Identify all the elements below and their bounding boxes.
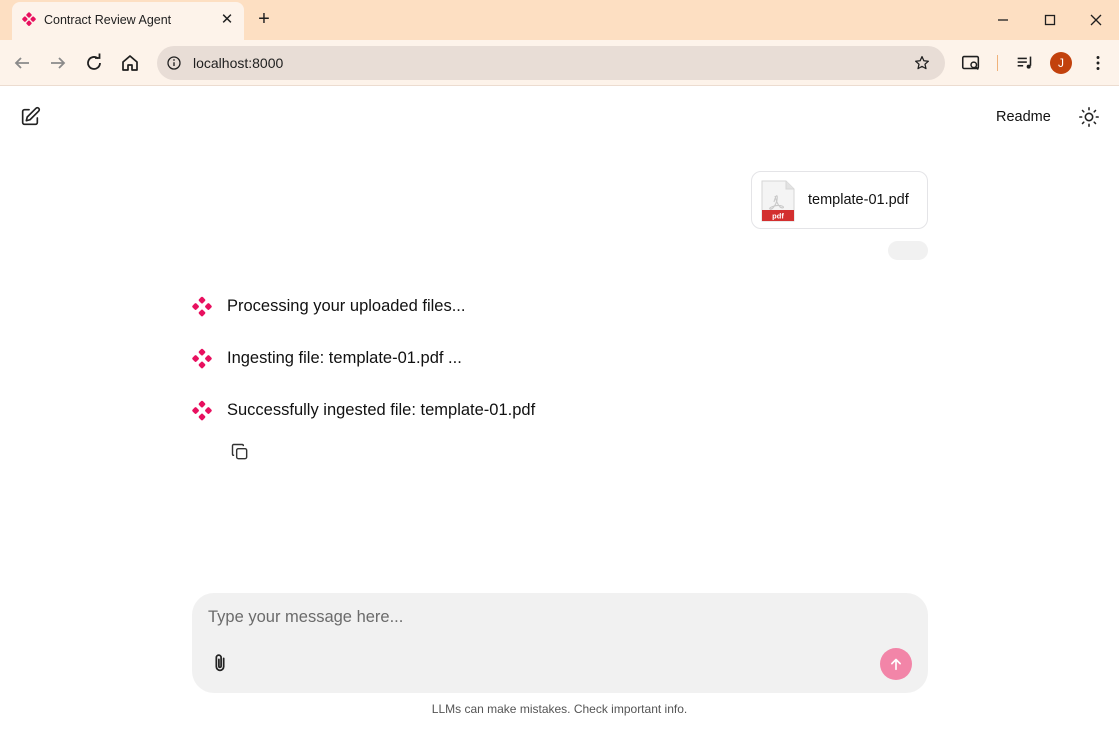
agent-logo-icon [192,296,212,317]
send-button[interactable] [880,648,912,680]
more-icon[interactable] [1087,52,1109,74]
info-icon[interactable] [165,54,183,72]
pdf-icon: pdf [761,180,795,222]
plus-icon[interactable]: + [254,9,274,29]
agent-logo-icon [22,12,36,26]
chat-app: Readme pdf template-01.pdf Processing yo… [0,87,1119,733]
edit-icon[interactable] [19,106,41,128]
sun-icon[interactable] [1078,106,1100,128]
message-input[interactable] [208,605,888,629]
url-text: localhost:8000 [193,55,284,71]
paperclip-icon[interactable] [209,651,231,675]
avatar[interactable]: J [1050,52,1072,74]
address-bar[interactable]: localhost:8000 [157,46,945,80]
pdf-type-label: pdf [772,212,784,221]
disclaimer-text: LLMs can make mistakes. Check important … [431,702,688,716]
assistant-message-text: Successfully ingested file: template-01.… [227,401,536,419]
arrow-up-icon [891,658,901,671]
assistant-message: Ingesting file: template-01.pdf ... [191,347,591,371]
toolbar-separator [997,55,998,71]
star-icon[interactable] [913,54,931,72]
minimize-icon[interactable] [991,8,1015,32]
message-composer [192,593,928,693]
close-icon[interactable]: ✕ [218,11,236,29]
attachment-card[interactable]: pdf template-01.pdf [751,171,928,229]
forward-icon[interactable] [46,51,70,75]
assistant-message: Successfully ingested file: template-01.… [191,399,611,423]
browser-tab[interactable]: Contract Review Agent ✕ [12,2,244,40]
back-icon[interactable] [10,51,34,75]
home-icon[interactable] [118,51,142,75]
maximize-icon[interactable] [1038,8,1062,32]
tab-title: Contract Review Agent [44,13,172,27]
media-icon[interactable] [1014,52,1036,74]
readme-link[interactable]: Readme [996,109,1051,125]
agent-logo-icon [192,400,212,421]
browser-toolbar: localhost:8000 J [0,40,1119,86]
assistant-message-text: Processing your uploaded files... [227,297,466,315]
assistant-message: Processing your uploaded files... [191,295,591,319]
search-tabs-icon[interactable] [960,52,982,74]
close-window-icon[interactable] [1084,8,1108,32]
browser-titlebar: Contract Review Agent ✕ + [0,0,1119,40]
user-message-bubble [888,241,928,260]
attachment-file-name: template-01.pdf [808,192,909,208]
assistant-message-text: Ingesting file: template-01.pdf ... [227,349,462,367]
agent-logo-icon [192,348,212,369]
copy-icon[interactable] [230,442,250,462]
reload-icon[interactable] [82,51,106,75]
